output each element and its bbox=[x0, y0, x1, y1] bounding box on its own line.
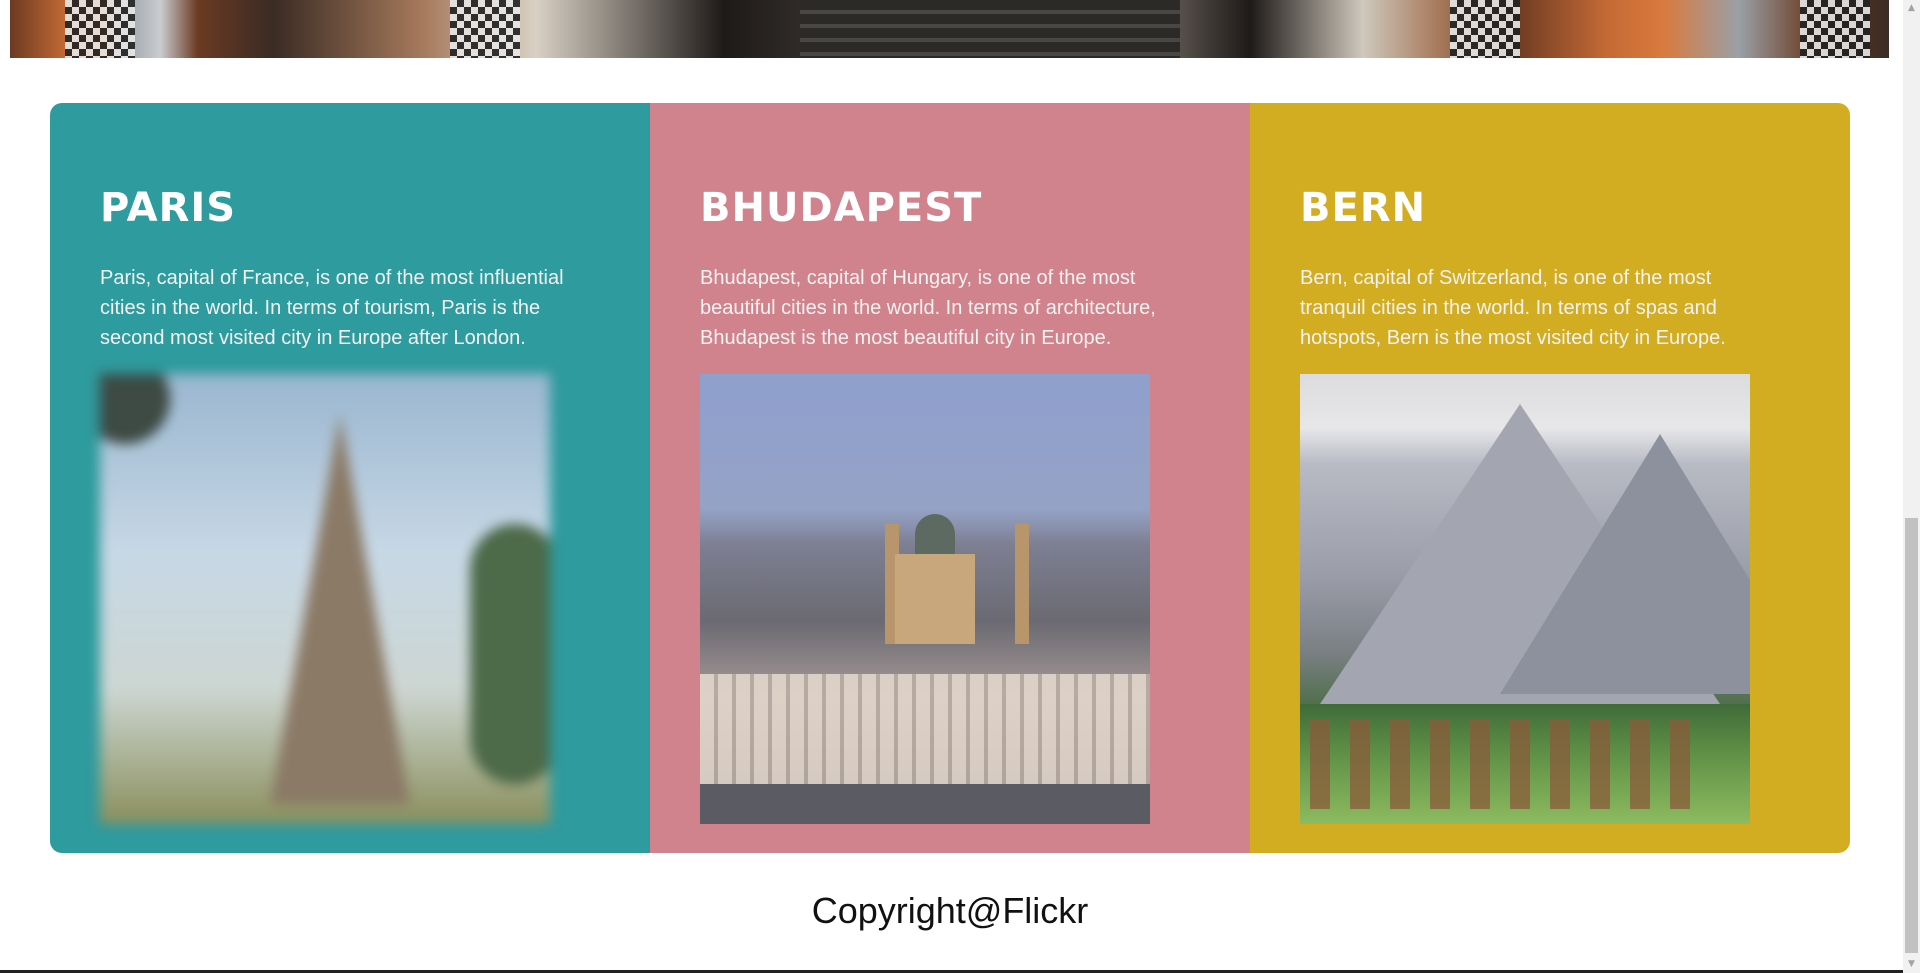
scroll-down-arrow-icon[interactable]: ▼ bbox=[1903, 956, 1920, 973]
city-title: BHUDAPEST bbox=[700, 185, 983, 231]
scroll-up-arrow-icon[interactable]: ▲ bbox=[1903, 0, 1920, 17]
hero-image bbox=[10, 0, 1889, 58]
budapest-photo bbox=[700, 374, 1150, 824]
city-card-bern: BERN Bern, capital of Switzerland, is on… bbox=[1250, 103, 1850, 853]
city-description: Bhudapest, capital of Hungary, is one of… bbox=[700, 267, 1156, 349]
hero-image-pattern bbox=[450, 0, 520, 58]
city-title: BERN bbox=[1300, 185, 1427, 231]
city-card-budapest: BHUDAPEST Bhudapest, capital of Hungary,… bbox=[650, 103, 1250, 853]
hero-image-pattern bbox=[1800, 0, 1870, 58]
footer-copyright: Copyright@Flickr bbox=[811, 890, 1089, 931]
city-description: Paris, capital of France, is one of the … bbox=[100, 267, 564, 349]
city-title: PARIS bbox=[100, 185, 237, 231]
vertical-scrollbar[interactable]: ▲ ▼ bbox=[1903, 0, 1920, 973]
hero-image-pattern bbox=[65, 0, 135, 58]
city-description: Bern, capital of Switzerland, is one of … bbox=[1300, 267, 1726, 349]
hero-image-pattern bbox=[1450, 0, 1520, 58]
city-cards: PARIS Paris, capital of France, is one o… bbox=[50, 103, 1850, 853]
hero-image-stairs bbox=[800, 0, 1180, 58]
scrollbar-thumb[interactable] bbox=[1905, 518, 1918, 953]
page: PARIS Paris, capital of France, is one o… bbox=[0, 0, 1920, 973]
city-card-paris: PARIS Paris, capital of France, is one o… bbox=[50, 103, 650, 853]
paris-photo bbox=[100, 374, 550, 824]
bern-photo bbox=[1300, 374, 1750, 824]
